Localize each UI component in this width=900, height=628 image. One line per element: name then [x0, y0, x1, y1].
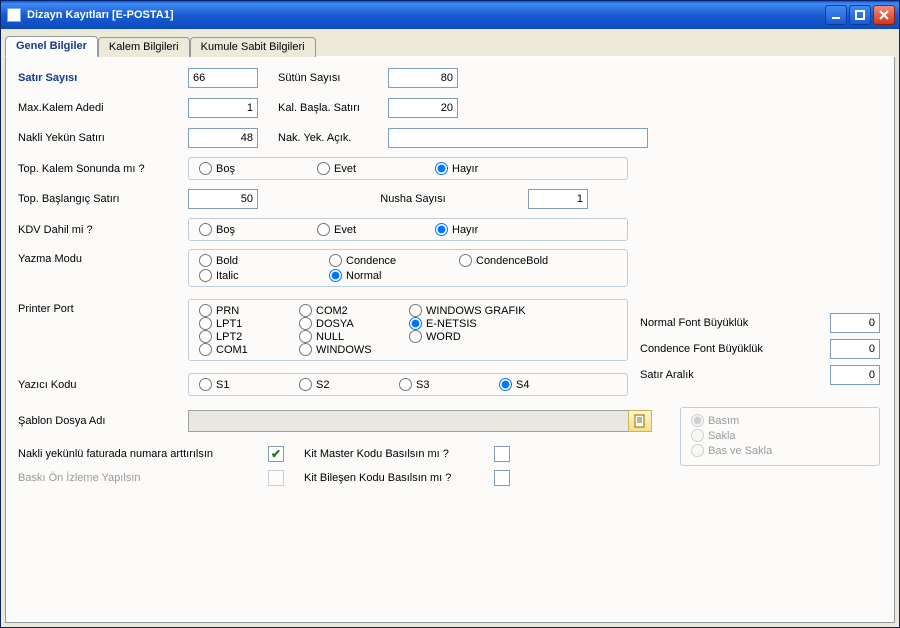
label-baski-on-izleme: Baskı Ön İzleme Yapılsın [18, 472, 268, 484]
close-icon [878, 9, 890, 21]
radio-tks-hayir[interactable]: Hayır [435, 162, 525, 175]
tab-page-genel: Satır Sayısı Sütün Sayısı Max.Kalem Aded… [5, 57, 895, 623]
label-sablon-dosya: Şablon Dosya Adı [18, 415, 188, 427]
input-max-kalem[interactable] [188, 98, 258, 118]
label-nak-yek-acik: Nak. Yek. Açık. [278, 132, 388, 144]
radio-kdv-hayir[interactable]: Hayır [435, 223, 525, 236]
radio-yk-s1[interactable]: S1 [199, 378, 249, 391]
client-area: Genel Bilgiler Kalem Bilgileri Kumule Sa… [1, 29, 899, 627]
input-satir-aralik[interactable] [830, 365, 880, 385]
radio-pp-windows[interactable]: WINDOWS [299, 343, 409, 356]
radio-pp-enetsis[interactable]: E-NETSIS [409, 317, 589, 330]
radio-ym-normal[interactable]: Normal [329, 269, 459, 282]
document-icon [633, 414, 647, 428]
app-window: Dizayn Kayıtları [E-POSTA1] Genel Bilgil… [0, 0, 900, 628]
group-kdv-dahil: Boş Evet Hayır [188, 218, 628, 241]
window-title: Dizayn Kayıtları [E-POSTA1] [27, 9, 825, 21]
tab-kumule-sabit[interactable]: Kumule Sabit Bilgileri [190, 37, 316, 57]
title-bar: Dizayn Kayıtları [E-POSTA1] [1, 1, 899, 29]
input-nak-yek-acik[interactable] [388, 128, 648, 148]
group-yazici-kodu: S1 S2 S3 S4 [188, 373, 628, 396]
radio-pp-null[interactable]: NULL [299, 330, 409, 343]
input-sablon-dosya [188, 410, 628, 432]
label-top-baslangic: Top. Başlangıç Satırı [18, 193, 188, 205]
radio-tks-bos[interactable]: Boş [199, 162, 289, 175]
button-browse-sablon[interactable] [628, 410, 652, 432]
label-top-kalem-sonunda: Top. Kalem Sonunda mı ? [18, 163, 188, 175]
checkbox-baski-on-izleme [268, 470, 284, 486]
radio-pp-lpt1[interactable]: LPT1 [199, 317, 299, 330]
label-yazici-kodu: Yazıcı Kodu [18, 379, 188, 391]
radio-kdv-bos[interactable]: Boş [199, 223, 289, 236]
group-doc-action: Basım Sakla Bas ve Sakla [680, 407, 880, 466]
radio-yk-s4[interactable]: S4 [499, 378, 549, 391]
radio-pp-word[interactable]: WORD [409, 330, 589, 343]
label-kal-basla: Kal. Başla. Satırı [278, 102, 388, 114]
minimize-button[interactable] [825, 5, 847, 25]
input-condence-font[interactable] [830, 339, 880, 359]
radio-ym-condencebold[interactable]: CondenceBold [459, 254, 639, 267]
label-normal-font: Normal Font Büyüklük [640, 317, 830, 329]
maximize-icon [854, 9, 866, 21]
radio-da-basvesakla: Bas ve Sakla [691, 444, 869, 457]
tab-genel-bilgiler[interactable]: Genel Bilgiler [5, 36, 98, 57]
checkbox-nakli-fatura[interactable] [268, 446, 284, 462]
close-button[interactable] [873, 5, 895, 25]
label-nusha-sayisi: Nusha Sayısı [348, 193, 478, 205]
radio-ym-bold[interactable]: Bold [199, 254, 329, 267]
maximize-button[interactable] [849, 5, 871, 25]
checkbox-kit-master[interactable] [494, 446, 510, 462]
radio-da-sakla: Sakla [691, 429, 869, 442]
input-satir-sayisi[interactable] [188, 68, 258, 88]
input-nusha-sayisi[interactable] [528, 189, 588, 209]
label-nakli-yekun: Nakli Yekün Satırı [18, 132, 188, 144]
label-condence-font: Condence Font Büyüklük [640, 343, 830, 355]
input-top-baslangic[interactable] [188, 189, 258, 209]
input-sutun-sayisi[interactable] [388, 68, 458, 88]
label-yazma-modu: Yazma Modu [18, 249, 188, 265]
radio-yk-s2[interactable]: S2 [299, 378, 349, 391]
checkbox-kit-bilesen[interactable] [494, 470, 510, 486]
radio-pp-lpt2[interactable]: LPT2 [199, 330, 299, 343]
radio-pp-winsgrafik[interactable]: WINDOWS GRAFIK [409, 304, 589, 317]
label-printer-port: Printer Port [18, 299, 188, 315]
input-kal-basla[interactable] [388, 98, 458, 118]
label-kdv-dahil: KDV Dahil mi ? [18, 224, 188, 236]
app-icon [7, 8, 21, 22]
label-nakli-fatura: Nakli yekünlü faturada numara arttırılsı… [18, 448, 268, 460]
radio-kdv-evet[interactable]: Evet [317, 223, 407, 236]
font-size-panel: Normal Font Büyüklük Condence Font Büyük… [640, 313, 880, 391]
label-sutun-sayisi: Sütün Sayısı [278, 72, 388, 84]
group-top-kalem-sonunda: Boş Evet Hayır [188, 157, 628, 180]
radio-pp-prn[interactable]: PRN [199, 304, 299, 317]
radio-ym-condence[interactable]: Condence [329, 254, 459, 267]
group-printer-port: PRN COM2 WINDOWS GRAFIK LPT1 DOSYA E-NET… [188, 299, 628, 361]
label-max-kalem: Max.Kalem Adedi [18, 102, 188, 114]
radio-yk-s3[interactable]: S3 [399, 378, 449, 391]
tab-strip: Genel Bilgiler Kalem Bilgileri Kumule Sa… [5, 33, 895, 57]
radio-da-basim: Basım [691, 414, 869, 427]
label-satir-aralik: Satır Aralık [640, 369, 830, 381]
tab-kalem-bilgileri[interactable]: Kalem Bilgileri [98, 37, 190, 57]
radio-pp-com1[interactable]: COM1 [199, 343, 299, 356]
minimize-icon [830, 9, 842, 21]
radio-tks-evet[interactable]: Evet [317, 162, 407, 175]
label-satir-sayisi: Satır Sayısı [18, 72, 188, 84]
input-normal-font[interactable] [830, 313, 880, 333]
input-nakli-yekun[interactable] [188, 128, 258, 148]
radio-ym-italic[interactable]: Italic [199, 269, 329, 282]
label-kit-bilesen: Kit Bileşen Kodu Basılsın mı ? [304, 472, 494, 484]
radio-pp-dosya[interactable]: DOSYA [299, 317, 409, 330]
group-yazma-modu: Bold Condence CondenceBold Italic Normal [188, 249, 628, 287]
window-buttons [825, 5, 895, 25]
radio-pp-com2[interactable]: COM2 [299, 304, 409, 317]
label-kit-master: Kit Master Kodu Basılsın mı ? [304, 448, 494, 460]
